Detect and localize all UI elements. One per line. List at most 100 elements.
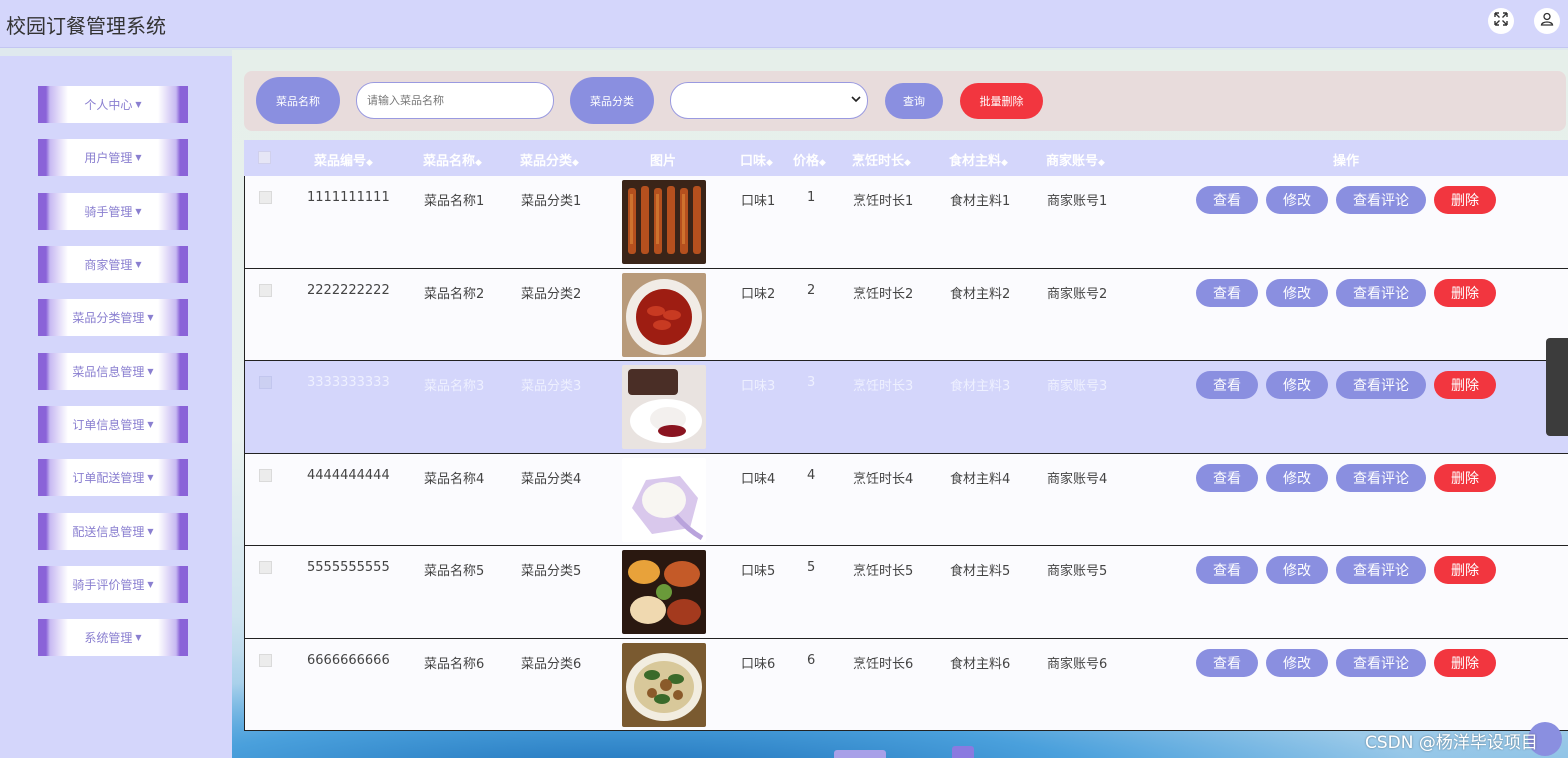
cell-price: 5 bbox=[807, 560, 816, 575]
view-button[interactable]: 查看 bbox=[1196, 186, 1258, 214]
view-comments-button[interactable]: 查看评论 bbox=[1336, 556, 1426, 584]
pagination-page-button[interactable] bbox=[952, 746, 974, 758]
cell-ingredient: 食材主料4 bbox=[950, 471, 1011, 487]
cell-flavor: 口味6 bbox=[741, 656, 776, 672]
column-header-actions: 操作 bbox=[1333, 154, 1360, 169]
cell-flavor: 口味3 bbox=[741, 379, 776, 394]
user-button[interactable] bbox=[1534, 8, 1560, 34]
cell-cook-time: 烹饪时长5 bbox=[853, 564, 914, 579]
sidebar-item-order-info-management[interactable]: 订单信息管理 ▼ bbox=[38, 406, 188, 443]
sidebar-item-user-management[interactable]: 用户管理 ▼ bbox=[38, 139, 188, 176]
sidebar-item-personal-center[interactable]: 个人中心 ▼ bbox=[38, 86, 188, 123]
view-comments-button[interactable]: 查看评论 bbox=[1336, 463, 1426, 492]
caret-down-icon: ▼ bbox=[135, 633, 142, 642]
query-button[interactable]: 查询 bbox=[885, 83, 943, 119]
cell-merchant: 商家账号3 bbox=[1047, 379, 1108, 394]
row-checkbox[interactable] bbox=[259, 468, 272, 482]
cell-price: 2 bbox=[807, 282, 816, 298]
caret-down-icon: ▼ bbox=[147, 420, 154, 429]
edit-button[interactable]: 修改 bbox=[1266, 371, 1328, 399]
fullscreen-button[interactable] bbox=[1488, 8, 1514, 34]
view-button[interactable]: 查看 bbox=[1196, 278, 1258, 307]
delete-button[interactable]: 删除 bbox=[1434, 186, 1496, 214]
cell-category: 菜品分类4 bbox=[521, 471, 582, 487]
dish-image[interactable] bbox=[622, 365, 706, 449]
column-header-id[interactable]: 菜品编号◆ bbox=[314, 150, 373, 169]
cell-cook-time: 烹饪时长2 bbox=[853, 286, 914, 302]
view-button[interactable]: 查看 bbox=[1196, 371, 1258, 399]
column-header-ingredient[interactable]: 食材主料◆ bbox=[949, 150, 1008, 169]
sidebar-item-rider-review-management[interactable]: 骑手评价管理 ▼ bbox=[38, 566, 188, 603]
cell-id: 4444444444 bbox=[307, 467, 390, 483]
cell-flavor: 口味4 bbox=[741, 471, 776, 487]
view-comments-button[interactable]: 查看评论 bbox=[1336, 371, 1426, 399]
delete-button[interactable]: 删除 bbox=[1434, 371, 1496, 399]
sidebar-item-order-delivery-management[interactable]: 订单配送管理 ▼ bbox=[38, 459, 188, 496]
watermark: CSDN @杨洋毕设项目 bbox=[1365, 733, 1538, 753]
delete-button[interactable]: 删除 bbox=[1434, 648, 1496, 677]
delete-button[interactable]: 删除 bbox=[1434, 463, 1496, 492]
dish-image[interactable] bbox=[622, 550, 706, 634]
view-button[interactable]: 查看 bbox=[1196, 463, 1258, 492]
table-row: 2222222222 菜品名称2 菜品分类2 口味2 2 烹饪时长2 食材主料2… bbox=[244, 268, 1568, 361]
dish-image[interactable] bbox=[622, 457, 706, 542]
sort-icon: ◆ bbox=[1001, 158, 1008, 168]
column-header-category[interactable]: 菜品分类◆ bbox=[520, 150, 579, 169]
sidebar-item-rider-management[interactable]: 骑手管理 ▼ bbox=[38, 193, 188, 230]
table-row: 5555555555 菜品名称5 菜品分类5 口味5 5 烹饪时长5 食材主料5… bbox=[244, 546, 1568, 639]
side-drawer-handle[interactable] bbox=[1546, 338, 1568, 436]
view-button[interactable]: 查看 bbox=[1196, 556, 1258, 584]
sidebar-item-merchant-management[interactable]: 商家管理 ▼ bbox=[38, 246, 188, 283]
dish-image[interactable] bbox=[622, 180, 706, 264]
chevron-down-icon bbox=[851, 94, 861, 107]
sidebar-item-system-management[interactable]: 系统管理 ▼ bbox=[38, 619, 188, 656]
cell-cook-time: 烹饪时长4 bbox=[853, 471, 914, 487]
edit-button[interactable]: 修改 bbox=[1266, 648, 1328, 677]
cell-id: 6666666666 bbox=[307, 652, 390, 668]
column-header-image: 图片 bbox=[650, 154, 677, 169]
delete-button[interactable]: 删除 bbox=[1434, 278, 1496, 307]
row-checkbox[interactable] bbox=[259, 653, 272, 667]
cell-cook-time: 烹饪时长3 bbox=[853, 379, 914, 394]
pagination-prev-button[interactable] bbox=[834, 750, 886, 758]
batch-delete-button[interactable]: 批量删除 bbox=[960, 83, 1043, 119]
dish-name-label: 菜品名称 bbox=[256, 77, 340, 124]
view-comments-button[interactable]: 查看评论 bbox=[1336, 648, 1426, 677]
view-comments-button[interactable]: 查看评论 bbox=[1336, 278, 1426, 307]
edit-button[interactable]: 修改 bbox=[1266, 556, 1328, 584]
view-comments-button[interactable]: 查看评论 bbox=[1336, 186, 1426, 214]
cell-ingredient: 食材主料5 bbox=[950, 564, 1011, 579]
row-checkbox[interactable] bbox=[259, 283, 272, 297]
dish-image[interactable] bbox=[622, 272, 706, 357]
dish-image[interactable] bbox=[622, 642, 706, 727]
row-checkbox[interactable] bbox=[259, 561, 272, 574]
sidebar-item-dish-info-management[interactable]: 菜品信息管理 ▼ bbox=[38, 353, 188, 390]
dish-category-select[interactable] bbox=[670, 82, 868, 119]
sidebar-item-dish-category-management[interactable]: 菜品分类管理 ▼ bbox=[38, 299, 188, 336]
delete-button[interactable]: 删除 bbox=[1434, 556, 1496, 584]
row-checkbox[interactable] bbox=[259, 376, 272, 389]
dish-name-input[interactable] bbox=[356, 82, 554, 119]
edit-button[interactable]: 修改 bbox=[1266, 186, 1328, 214]
view-button[interactable]: 查看 bbox=[1196, 648, 1258, 677]
caret-down-icon: ▼ bbox=[147, 473, 154, 482]
edit-button[interactable]: 修改 bbox=[1266, 278, 1328, 307]
caret-down-icon: ▼ bbox=[147, 313, 154, 322]
top-header: 校园订餐管理系统 bbox=[0, 0, 1568, 48]
cell-price: 6 bbox=[807, 652, 816, 668]
cell-merchant: 商家账号6 bbox=[1047, 656, 1108, 672]
column-header-cook-time[interactable]: 烹饪时长◆ bbox=[852, 150, 911, 169]
sidebar-item-delivery-info-management[interactable]: 配送信息管理 ▼ bbox=[38, 513, 188, 550]
column-header-flavor[interactable]: 口味◆ bbox=[740, 150, 773, 169]
select-all-checkbox[interactable] bbox=[258, 151, 271, 164]
column-header-name[interactable]: 菜品名称◆ bbox=[423, 150, 482, 169]
edit-button[interactable]: 修改 bbox=[1266, 463, 1328, 492]
cell-merchant: 商家账号1 bbox=[1047, 194, 1108, 209]
cell-name: 菜品名称6 bbox=[424, 656, 485, 672]
column-header-price[interactable]: 价格◆ bbox=[793, 150, 826, 169]
cell-price: 4 bbox=[807, 467, 816, 483]
table-row: 1111111111 菜品名称1 菜品分类1 口味1 1 烹饪时长1 食材主料1… bbox=[244, 176, 1568, 269]
cell-name: 菜品名称4 bbox=[424, 471, 485, 487]
row-checkbox[interactable] bbox=[259, 191, 272, 204]
column-header-merchant[interactable]: 商家账号◆ bbox=[1046, 150, 1105, 169]
